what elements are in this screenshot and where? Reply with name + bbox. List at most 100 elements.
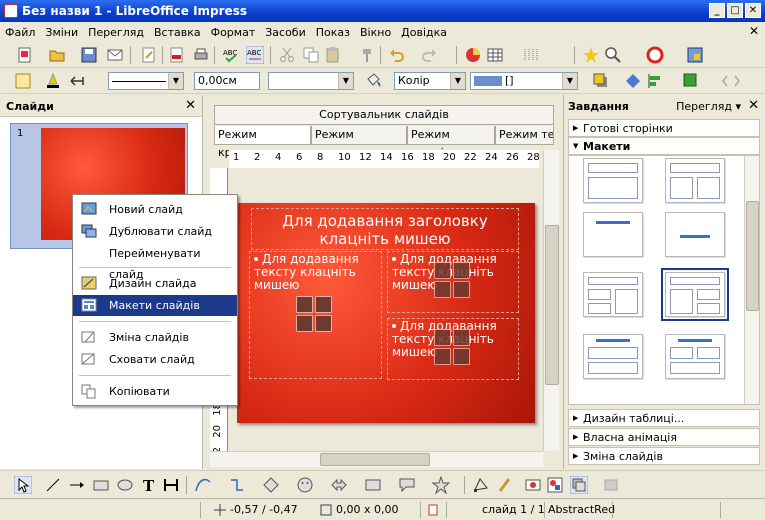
- new-document-icon[interactable]: [16, 46, 34, 64]
- horizontal-ruler[interactable]: 1 2 4 6 8 10 12 14 16 18 20 22 24 26 28: [229, 150, 540, 168]
- menu-item-slide-layouts[interactable]: Макети слайдів: [73, 295, 237, 316]
- minimize-button[interactable]: _: [709, 3, 725, 18]
- fontwork-icon[interactable]: [496, 476, 514, 494]
- insert-chart-icon[interactable]: [453, 329, 470, 346]
- menu-file[interactable]: Файл: [0, 26, 40, 39]
- vertical-scroll-thumb[interactable]: [545, 225, 559, 385]
- arrange-icon[interactable]: [682, 72, 700, 90]
- insert-table-icon[interactable]: [296, 296, 313, 313]
- toggle-extrusion-icon[interactable]: [722, 72, 740, 90]
- redo-icon[interactable]: [420, 46, 438, 64]
- slide-canvas[interactable]: Для додавання заголовку клацніть мишею Д…: [229, 168, 543, 451]
- close-window-button[interactable]: ✕: [745, 3, 761, 18]
- autospellcheck-icon[interactable]: ABC: [246, 46, 264, 64]
- line-tool-icon[interactable]: [44, 476, 62, 494]
- undo-icon[interactable]: [388, 46, 406, 64]
- close-icon[interactable]: ✕: [748, 98, 759, 113]
- layout-title-content[interactable]: [583, 158, 643, 203]
- insert-image-icon[interactable]: [524, 476, 542, 494]
- zoom-icon[interactable]: [604, 46, 622, 64]
- menu-view[interactable]: Перегляд: [83, 26, 149, 39]
- gallery-icon[interactable]: [546, 476, 564, 494]
- tab-outline-view[interactable]: Режим структури: [311, 126, 407, 159]
- menu-item-rename-slide[interactable]: Перейменувати слайд: [73, 243, 237, 281]
- 3d-objects-icon[interactable]: [602, 476, 620, 494]
- section-master-pages[interactable]: ▶ Готові сторінки: [568, 119, 760, 137]
- insert-image-icon[interactable]: [434, 281, 451, 298]
- layout-title-only[interactable]: [583, 212, 643, 257]
- menu-item-copy[interactable]: Копіювати: [73, 381, 237, 402]
- connector-tool-icon[interactable]: [228, 476, 246, 494]
- insert-image-icon[interactable]: [434, 348, 451, 365]
- tab-drawing-view[interactable]: Режим креслення: [214, 126, 311, 159]
- layouts-scroll-thumb[interactable]: [746, 201, 759, 311]
- insert-chart-icon[interactable]: [453, 262, 470, 279]
- line-icon[interactable]: [14, 72, 32, 90]
- text-tool-icon[interactable]: T: [140, 476, 158, 494]
- line-style-select[interactable]: ▼: [108, 72, 184, 90]
- layout-title-content-2content[interactable]: [661, 268, 729, 321]
- section-layouts[interactable]: ▼ Макети: [568, 137, 760, 155]
- insert-table-icon[interactable]: [434, 329, 451, 346]
- open-folder-icon[interactable]: [48, 46, 66, 64]
- menu-item-slide-design[interactable]: Дизайн слайда: [73, 273, 237, 294]
- tab-notes-view[interactable]: Режим приміток: [407, 126, 495, 159]
- content-placeholder-right-top[interactable]: Для додавання тексту клацніть мишею: [387, 251, 519, 313]
- menu-item-duplicate-slide[interactable]: Дублювати слайд: [73, 221, 237, 242]
- layouts-scrollbar[interactable]: [744, 156, 759, 404]
- shadow-icon[interactable]: [592, 72, 610, 90]
- current-slide[interactable]: Для додавання заголовку клацніть мишею Д…: [237, 203, 535, 423]
- print-icon[interactable]: [192, 46, 210, 64]
- insert-video-icon[interactable]: [315, 315, 332, 332]
- chart-insert-icon[interactable]: [464, 46, 482, 64]
- tab-slide-sorter[interactable]: Сортувальник слайдів: [214, 105, 554, 125]
- layouts-gallery[interactable]: [568, 155, 760, 405]
- paste-icon[interactable]: [324, 46, 342, 64]
- area-color-select[interactable]: [] ▼: [470, 72, 578, 90]
- maximize-button[interactable]: □: [727, 3, 743, 18]
- title-placeholder[interactable]: Для додавання заголовку клацніть мишею: [251, 208, 519, 250]
- horizontal-scroll-thumb[interactable]: [320, 453, 430, 466]
- flowchart-icon[interactable]: [364, 476, 382, 494]
- close-document-icon[interactable]: ✕: [749, 24, 759, 38]
- layout-title-2content-over[interactable]: [665, 334, 725, 379]
- task-pane-view-menu[interactable]: Перегляд ▾: [676, 100, 741, 113]
- rotate-object-icon[interactable]: [624, 72, 642, 90]
- insert-object-icons[interactable]: [434, 262, 470, 298]
- section-table-design[interactable]: ▶ Дизайн таблиці...: [568, 409, 760, 427]
- stars-icon[interactable]: [432, 476, 450, 494]
- rectangle-tool-icon[interactable]: [92, 476, 110, 494]
- close-icon[interactable]: ✕: [185, 98, 196, 113]
- select-arrow-icon[interactable]: [14, 476, 32, 494]
- extension-icon[interactable]: [686, 46, 704, 64]
- content-placeholder-right-bottom[interactable]: Для додавання тексту клацніть мишею: [387, 318, 519, 380]
- ellipse-tool-icon[interactable]: [116, 476, 134, 494]
- menu-insert[interactable]: Вставка: [149, 26, 206, 39]
- menu-item-hide-slide[interactable]: Сховати слайд: [73, 349, 237, 370]
- layout-centered-text[interactable]: [665, 212, 725, 257]
- extrusion-toggle-icon[interactable]: [570, 476, 588, 494]
- symbol-shapes-icon[interactable]: [296, 476, 314, 494]
- help-lifebuoy-icon[interactable]: [646, 46, 664, 64]
- cut-icon[interactable]: [278, 46, 296, 64]
- layout-title-2content[interactable]: [665, 158, 725, 203]
- spellcheck-icon[interactable]: ABC: [222, 46, 240, 64]
- save-icon[interactable]: [80, 46, 98, 64]
- insert-chart-icon[interactable]: [315, 296, 332, 313]
- vertical-scrollbar[interactable]: [543, 150, 559, 451]
- horizontal-scrollbar[interactable]: [210, 451, 543, 467]
- curve-tool-icon[interactable]: [194, 476, 212, 494]
- clone-formatting-icon[interactable]: [358, 46, 376, 64]
- arrow-line-icon[interactable]: [68, 476, 86, 494]
- insert-table-icon[interactable]: [434, 262, 451, 279]
- edit-file-icon[interactable]: [140, 46, 158, 64]
- menu-edit[interactable]: Зміни: [40, 26, 83, 39]
- insert-image-icon[interactable]: [296, 315, 313, 332]
- tab-handout-view[interactable]: Режим тез: [495, 126, 554, 145]
- insert-object-icons[interactable]: [434, 329, 470, 365]
- arrow-style-icon[interactable]: [68, 72, 86, 90]
- insert-video-icon[interactable]: [453, 348, 470, 365]
- points-icon[interactable]: [472, 476, 490, 494]
- line-width-field[interactable]: 0,00см: [194, 72, 260, 90]
- email-icon[interactable]: [106, 46, 124, 64]
